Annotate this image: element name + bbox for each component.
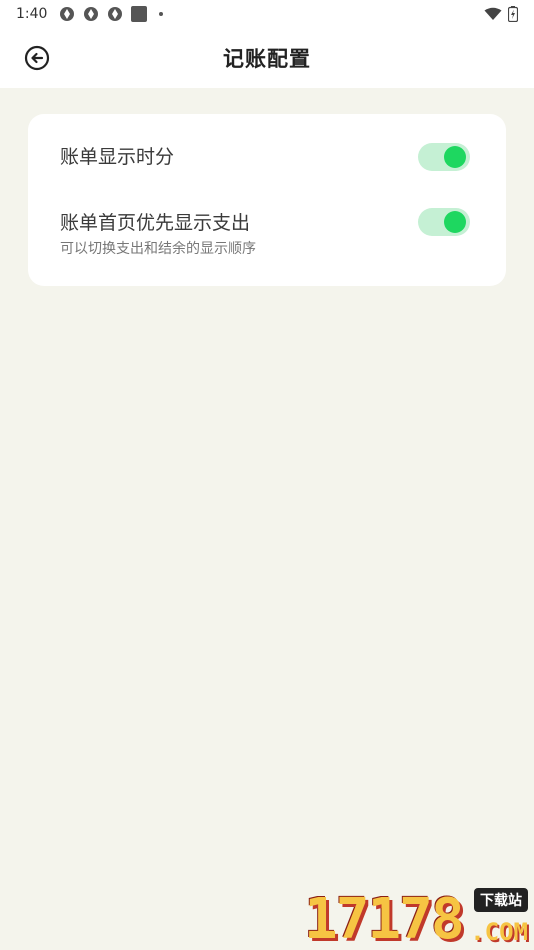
show-time-toggle[interactable] (418, 143, 470, 171)
watermark-digits: 17178 (304, 887, 465, 950)
status-time: 1:40 (16, 6, 48, 22)
setting-expense-first[interactable]: 账单首页优先显示支出 可以切换支出和结余的显示顺序 (60, 206, 474, 257)
back-button[interactable] (22, 43, 52, 73)
app-bar: 记账配置 (0, 28, 534, 88)
setting-description: 可以切换支出和结余的显示顺序 (60, 241, 256, 257)
app-notification-icon (84, 7, 99, 21)
battery-charging-icon (508, 6, 518, 22)
watermark-domain: .COM (470, 918, 528, 946)
page-title: 记账配置 (223, 47, 311, 71)
status-right (484, 6, 518, 22)
settings-card: 账单显示时分 账单首页优先显示支出 可以切换支出和结余的显示顺序 (28, 114, 506, 286)
watermark-logo: 17178 下载站 .COM (304, 888, 530, 948)
toggle-knob (444, 211, 466, 233)
app-notification-icon (60, 7, 75, 21)
setting-label: 账单显示时分 (60, 146, 175, 168)
app-notification-icon (108, 7, 123, 21)
dot-icon (159, 12, 164, 16)
setting-show-time[interactable]: 账单显示时分 (60, 140, 474, 174)
expense-first-toggle[interactable] (418, 208, 470, 236)
back-arrow-circle-icon (24, 45, 50, 71)
wifi-icon (484, 7, 502, 20)
status-bar: 1:40 (0, 0, 534, 28)
toggle-knob (444, 146, 466, 168)
stop-icon (131, 6, 148, 22)
watermark-badge: 下载站 (474, 888, 528, 912)
setting-label: 账单首页优先显示支出 (60, 212, 251, 234)
